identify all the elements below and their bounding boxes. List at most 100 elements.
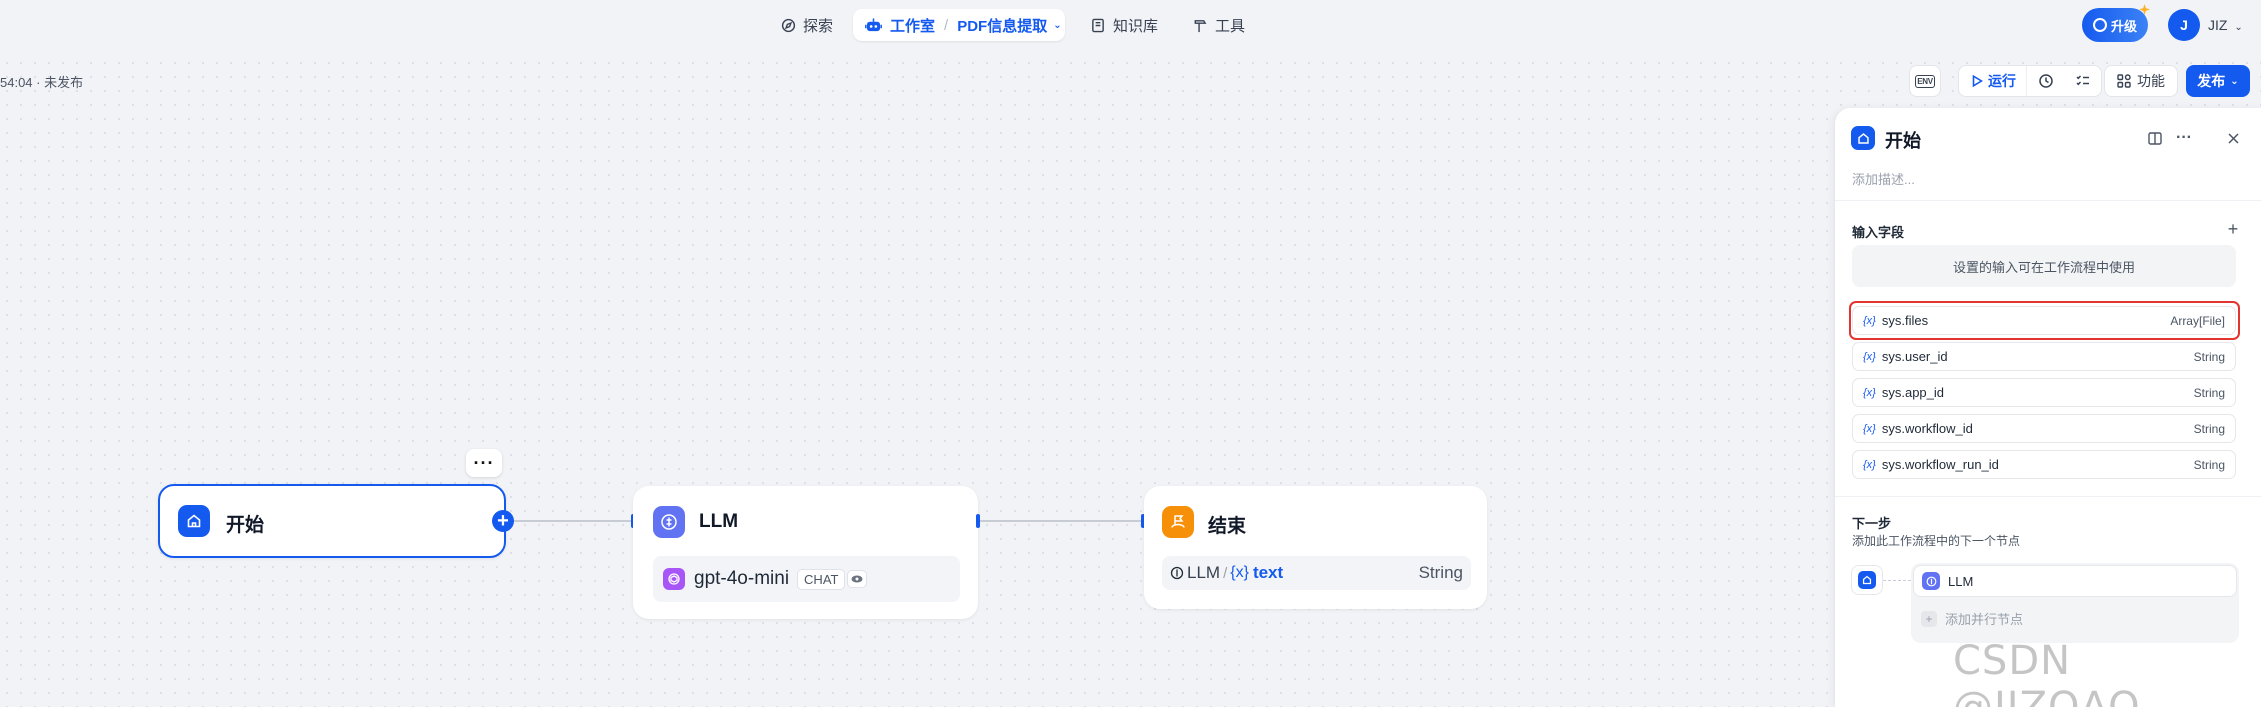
- add-node-handle[interactable]: +: [492, 510, 514, 532]
- env-icon: ENV: [1915, 74, 1935, 88]
- save-status: 54:04 · 未发布: [0, 75, 84, 90]
- divider: [1835, 496, 2261, 497]
- env-button[interactable]: ENV: [1909, 65, 1941, 97]
- hammer-icon: [1192, 17, 1208, 33]
- avatar[interactable]: J: [2168, 9, 2200, 41]
- variable-icon: {x}: [1863, 458, 1876, 471]
- publish-button[interactable]: 发布 ⌄: [2186, 65, 2250, 97]
- variable-row[interactable]: {x} sys.app_id String: [1852, 378, 2236, 407]
- llm-icon: [1922, 572, 1940, 590]
- home-icon: [1851, 126, 1875, 150]
- upgrade-button[interactable]: 升级: [2082, 4, 2150, 42]
- output-separator: /: [1223, 564, 1228, 582]
- node-llm-source-handle[interactable]: [976, 514, 980, 528]
- node-llm[interactable]: LLM gpt-4o-mini CHAT: [633, 486, 978, 619]
- publish-label: 发布: [2197, 73, 2226, 89]
- plus-icon: +: [497, 510, 509, 532]
- edge-start-llm: [505, 520, 633, 522]
- variable-name: sys.workflow_id: [1881, 421, 1973, 436]
- node-start-title: 开始: [226, 515, 265, 536]
- nav-explore-label: 探索: [803, 17, 834, 35]
- nav-tools[interactable]: 工具: [1180, 9, 1257, 41]
- output-name: text: [1252, 563, 1284, 582]
- run-history-button[interactable]: [2027, 73, 2064, 89]
- compass-icon: [780, 17, 796, 33]
- grid-icon: [2117, 74, 2131, 88]
- openai-icon: [663, 568, 685, 590]
- llm-icon: [653, 506, 685, 538]
- inputs-hint: 设置的输入可在工作流程中使用: [1852, 245, 2236, 287]
- nav-explore[interactable]: 探索: [768, 9, 845, 41]
- features-button[interactable]: 功能: [2104, 65, 2178, 97]
- node-end-title: 结束: [1208, 516, 1247, 537]
- node-llm-title: LLM: [699, 511, 739, 532]
- vision-eye-icon: [847, 570, 868, 588]
- app-name[interactable]: PDF信息提取: [957, 15, 1047, 36]
- variable-icon: {x}: [1863, 422, 1876, 435]
- more-icon[interactable]: ···: [2173, 127, 2195, 149]
- next-connector: [1883, 580, 1911, 581]
- variable-type: String: [2193, 457, 2225, 472]
- add-parallel-node[interactable]: + 添加并行节点: [1921, 609, 2023, 628]
- node-start[interactable]: 开始: [158, 484, 506, 558]
- variable-name: sys.workflow_run_id: [1881, 457, 1999, 472]
- checklist-button[interactable]: [2064, 73, 2101, 89]
- model-name: gpt-4o-mini: [694, 568, 790, 589]
- username-menu[interactable]: JIZ ⌄: [2208, 17, 2243, 33]
- output-source: LLM: [1187, 563, 1221, 582]
- variable-name: sys.app_id: [1881, 385, 1945, 400]
- chevron-down-icon: ⌄: [2234, 22, 2243, 33]
- add-input-plus-icon[interactable]: +: [2222, 218, 2244, 240]
- variable-icon: {x}: [1230, 564, 1249, 581]
- model-selector[interactable]: gpt-4o-mini CHAT: [653, 556, 960, 602]
- next-step-title: 下一步: [1852, 516, 1892, 531]
- variable-icon: {x}: [1863, 350, 1876, 363]
- next-nodes-card: LLM + 添加并行节点: [1911, 563, 2239, 643]
- robot-icon: [865, 17, 882, 33]
- next-node-llm[interactable]: LLM: [1913, 565, 2237, 597]
- output-variable[interactable]: LLM / {x} text String: [1162, 556, 1471, 590]
- breadcrumb-separator: /: [944, 16, 949, 34]
- nav-tools-label: 工具: [1215, 17, 1246, 35]
- highlight-annotation: [1849, 301, 2240, 340]
- add-parallel-label: 添加并行节点: [1945, 612, 2024, 627]
- variable-type: String: [2193, 349, 2225, 364]
- checklist-icon: [2075, 73, 2091, 89]
- divider: [1835, 200, 2261, 201]
- chevron-down-icon[interactable]: ⌄: [1053, 20, 1061, 31]
- variable-type: String: [2193, 385, 2225, 400]
- run-toolbar: 运行: [1958, 65, 2102, 97]
- nav-studio[interactable]: 工作室 / PDF信息提取 ⌄: [853, 9, 1065, 41]
- llm-small-icon: [1170, 566, 1184, 580]
- variable-icon: {x}: [1863, 386, 1876, 399]
- node-end[interactable]: 结束 LLM / {x} text String: [1144, 486, 1487, 609]
- username-label: JIZ: [2208, 17, 2228, 33]
- history-icon: [2038, 73, 2054, 89]
- description-input[interactable]: 添加描述...: [1852, 169, 1915, 188]
- node-config-panel: 开始 ··· 添加描述... 输入字段 + 设置的输入可在工作流程中使用 {x}…: [1834, 108, 2261, 707]
- plus-icon: +: [1921, 610, 1937, 627]
- upgrade-icon: [2092, 18, 2107, 32]
- inputs-section-title: 输入字段: [1852, 225, 1905, 240]
- close-icon[interactable]: [2222, 127, 2244, 149]
- flag-icon: [1162, 506, 1194, 538]
- next-node-label: LLM: [1948, 573, 1974, 589]
- home-icon: [178, 505, 210, 537]
- more-icon: ···: [473, 452, 495, 473]
- variable-row[interactable]: {x} sys.user_id String: [1852, 342, 2236, 371]
- split-view-icon[interactable]: [2144, 127, 2166, 149]
- nav-knowledge[interactable]: 知识库: [1078, 9, 1170, 41]
- nav-knowledge-label: 知识库: [1113, 17, 1159, 35]
- variable-row[interactable]: {x} sys.workflow_id String: [1852, 414, 2236, 443]
- next-step-hint: 添加此工作流程中的下一个节点: [1852, 534, 2021, 548]
- chevron-down-icon: ⌄: [2230, 75, 2239, 87]
- watermark: CSDN @JIZQAQ: [1953, 638, 2141, 707]
- upgrade-label: 升级: [2110, 18, 2137, 34]
- features-label: 功能: [2137, 73, 2165, 89]
- variable-type: String: [2193, 421, 2225, 436]
- node-more-button[interactable]: ···: [466, 449, 502, 477]
- run-button[interactable]: 运行: [1959, 66, 2027, 96]
- variable-row[interactable]: {x} sys.workflow_run_id String: [1852, 450, 2236, 479]
- next-start-node: [1851, 565, 1883, 595]
- output-type: String: [1418, 563, 1463, 582]
